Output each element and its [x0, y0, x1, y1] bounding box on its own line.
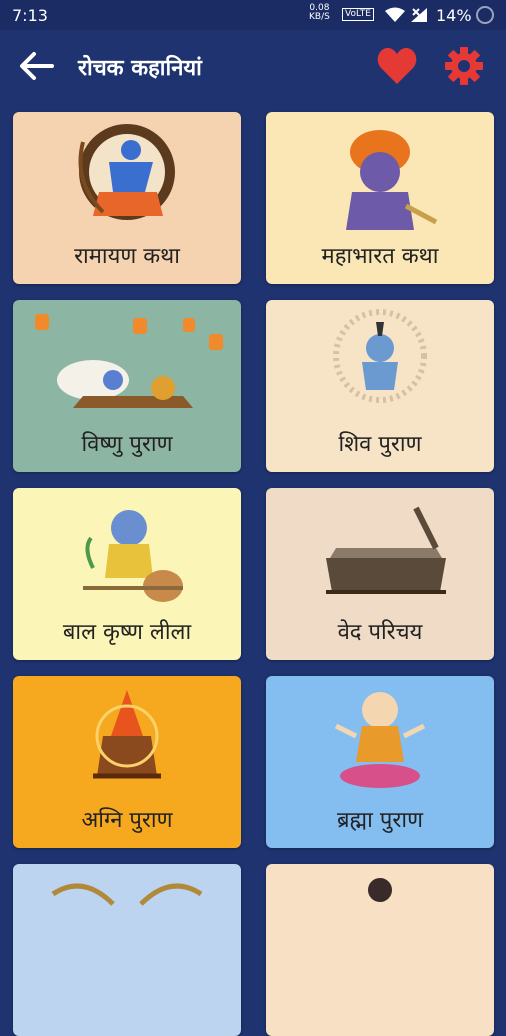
network-speed-unit: KB/S: [309, 12, 330, 22]
story-card-label: विष्णु पुराण: [81, 432, 173, 457]
battery-percent: 14%: [436, 6, 472, 25]
story-card-label: वेद परिचय: [337, 620, 423, 645]
story-card[interactable]: बाल कृष्ण लीला: [13, 488, 241, 660]
krishna-illustration: [346, 130, 438, 230]
story-card[interactable]: ब्रह्मा पुराण: [266, 676, 494, 848]
story-card-label: महाभारत कथा: [321, 244, 439, 269]
vishnu-illustration: [35, 314, 223, 408]
story-card[interactable]: अग्नि पुराण: [13, 676, 241, 848]
story-card[interactable]: शिव पुराण: [266, 300, 494, 472]
app-bar: रोचक कहानियां: [0, 30, 506, 102]
signal-icon: [411, 8, 427, 22]
story-card[interactable]: रामायण कथा: [13, 112, 241, 284]
settings-gear-icon[interactable]: [444, 46, 484, 86]
story-card[interactable]: [13, 864, 241, 1036]
back-arrow-icon[interactable]: [18, 50, 54, 82]
story-card[interactable]: विष्णु पुराण: [13, 300, 241, 472]
page-title: रोचक कहानियां: [78, 56, 202, 81]
volte-badge: VoLTE: [342, 8, 374, 21]
rama-illustration: [78, 124, 175, 220]
bal-krishna-illustration: [83, 510, 183, 602]
partial-illustration: [368, 878, 392, 902]
battery-icon: [476, 6, 494, 24]
story-card[interactable]: महाभारत कथा: [266, 112, 494, 284]
wifi-icon: [385, 7, 405, 22]
story-card-label: ब्रह्मा पुराण: [337, 808, 423, 833]
partial-illustration: [51, 883, 203, 906]
story-card[interactable]: वेद परिचय: [266, 488, 494, 660]
story-card-label: रामायण कथा: [74, 244, 180, 269]
story-card-label: शिव पुराण: [338, 432, 422, 457]
favorite-heart-icon[interactable]: [376, 46, 418, 86]
brahma-illustration: [334, 692, 426, 788]
shiva-illustration: [333, 309, 427, 403]
story-card[interactable]: [266, 864, 494, 1036]
story-card-label: अग्नि पुराण: [81, 808, 173, 833]
status-time: 7:13: [12, 6, 48, 25]
status-bar: 7:13 0.08 KB/S VoLTE 14%: [0, 0, 506, 30]
network-speed: 0.08 KB/S: [309, 4, 330, 22]
vedas-scroll-illustration: [326, 506, 446, 594]
story-card-label: बाल कृष्ण लीला: [62, 620, 192, 645]
agni-fire-illustration: [93, 690, 161, 779]
